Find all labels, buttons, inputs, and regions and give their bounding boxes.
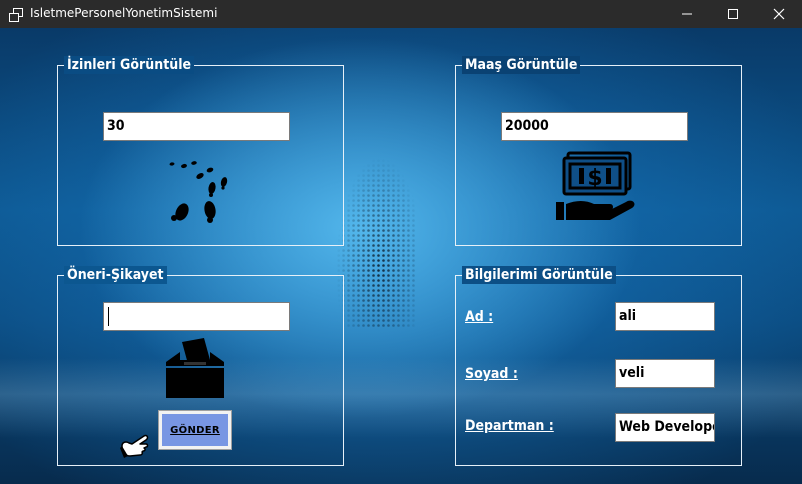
suggestion-group: Öneri-Şikayet GÖNDER — [57, 266, 344, 466]
department-field[interactable]: Web Developer — [615, 413, 715, 442]
department-label: Departman : — [465, 418, 554, 434]
suggestion-input[interactable] — [103, 302, 290, 331]
hand-pointer-icon — [120, 434, 149, 458]
maximize-button[interactable] — [710, 0, 756, 28]
salary-group: Maaş Görüntüle 20000 $ — [455, 56, 742, 246]
salary-field[interactable]: 20000 — [501, 112, 688, 141]
window-title: IsletmePersonelYonetimSistemi — [30, 6, 218, 20]
first-name-label: Ad : — [465, 309, 494, 325]
first-name-field[interactable]: ali — [615, 302, 715, 331]
close-icon — [773, 8, 785, 20]
salary-group-title: Maaş Görüntüle — [462, 56, 581, 74]
ballot-box-icon — [166, 338, 224, 398]
leave-group: İzinleri Görüntüle 30 — [57, 56, 344, 246]
last-name-label: Soyad : — [465, 366, 518, 382]
suggestion-group-title: Öneri-Şikayet — [64, 266, 167, 284]
close-button[interactable] — [756, 0, 802, 28]
app-window-icon — [9, 7, 23, 22]
profile-group: Bilgilerimi Görüntüle Ad : ali Soyad : v… — [455, 266, 742, 466]
minimize-icon — [682, 13, 692, 15]
minimize-button[interactable] — [664, 0, 710, 28]
leave-days-field[interactable]: 30 — [103, 112, 290, 141]
send-button-label: GÖNDER — [162, 414, 228, 446]
last-name-field[interactable]: veli — [615, 359, 715, 388]
text-caret — [108, 306, 109, 326]
leave-group-title: İzinleri Görüntüle — [64, 56, 195, 74]
title-bar: IsletmePersonelYonetimSistemi — [0, 0, 802, 28]
money-hand-icon: $ — [556, 151, 635, 220]
footprints-icon — [169, 161, 228, 223]
background-halftone-pattern — [336, 128, 416, 328]
svg-text:$: $ — [587, 166, 602, 191]
maximize-icon — [728, 9, 738, 19]
profile-group-title: Bilgilerimi Görüntüle — [462, 266, 616, 284]
send-button[interactable]: GÖNDER — [158, 410, 232, 450]
main-form: İzinleri Görüntüle 30 Maaş Görüntüle 200… — [0, 28, 802, 484]
